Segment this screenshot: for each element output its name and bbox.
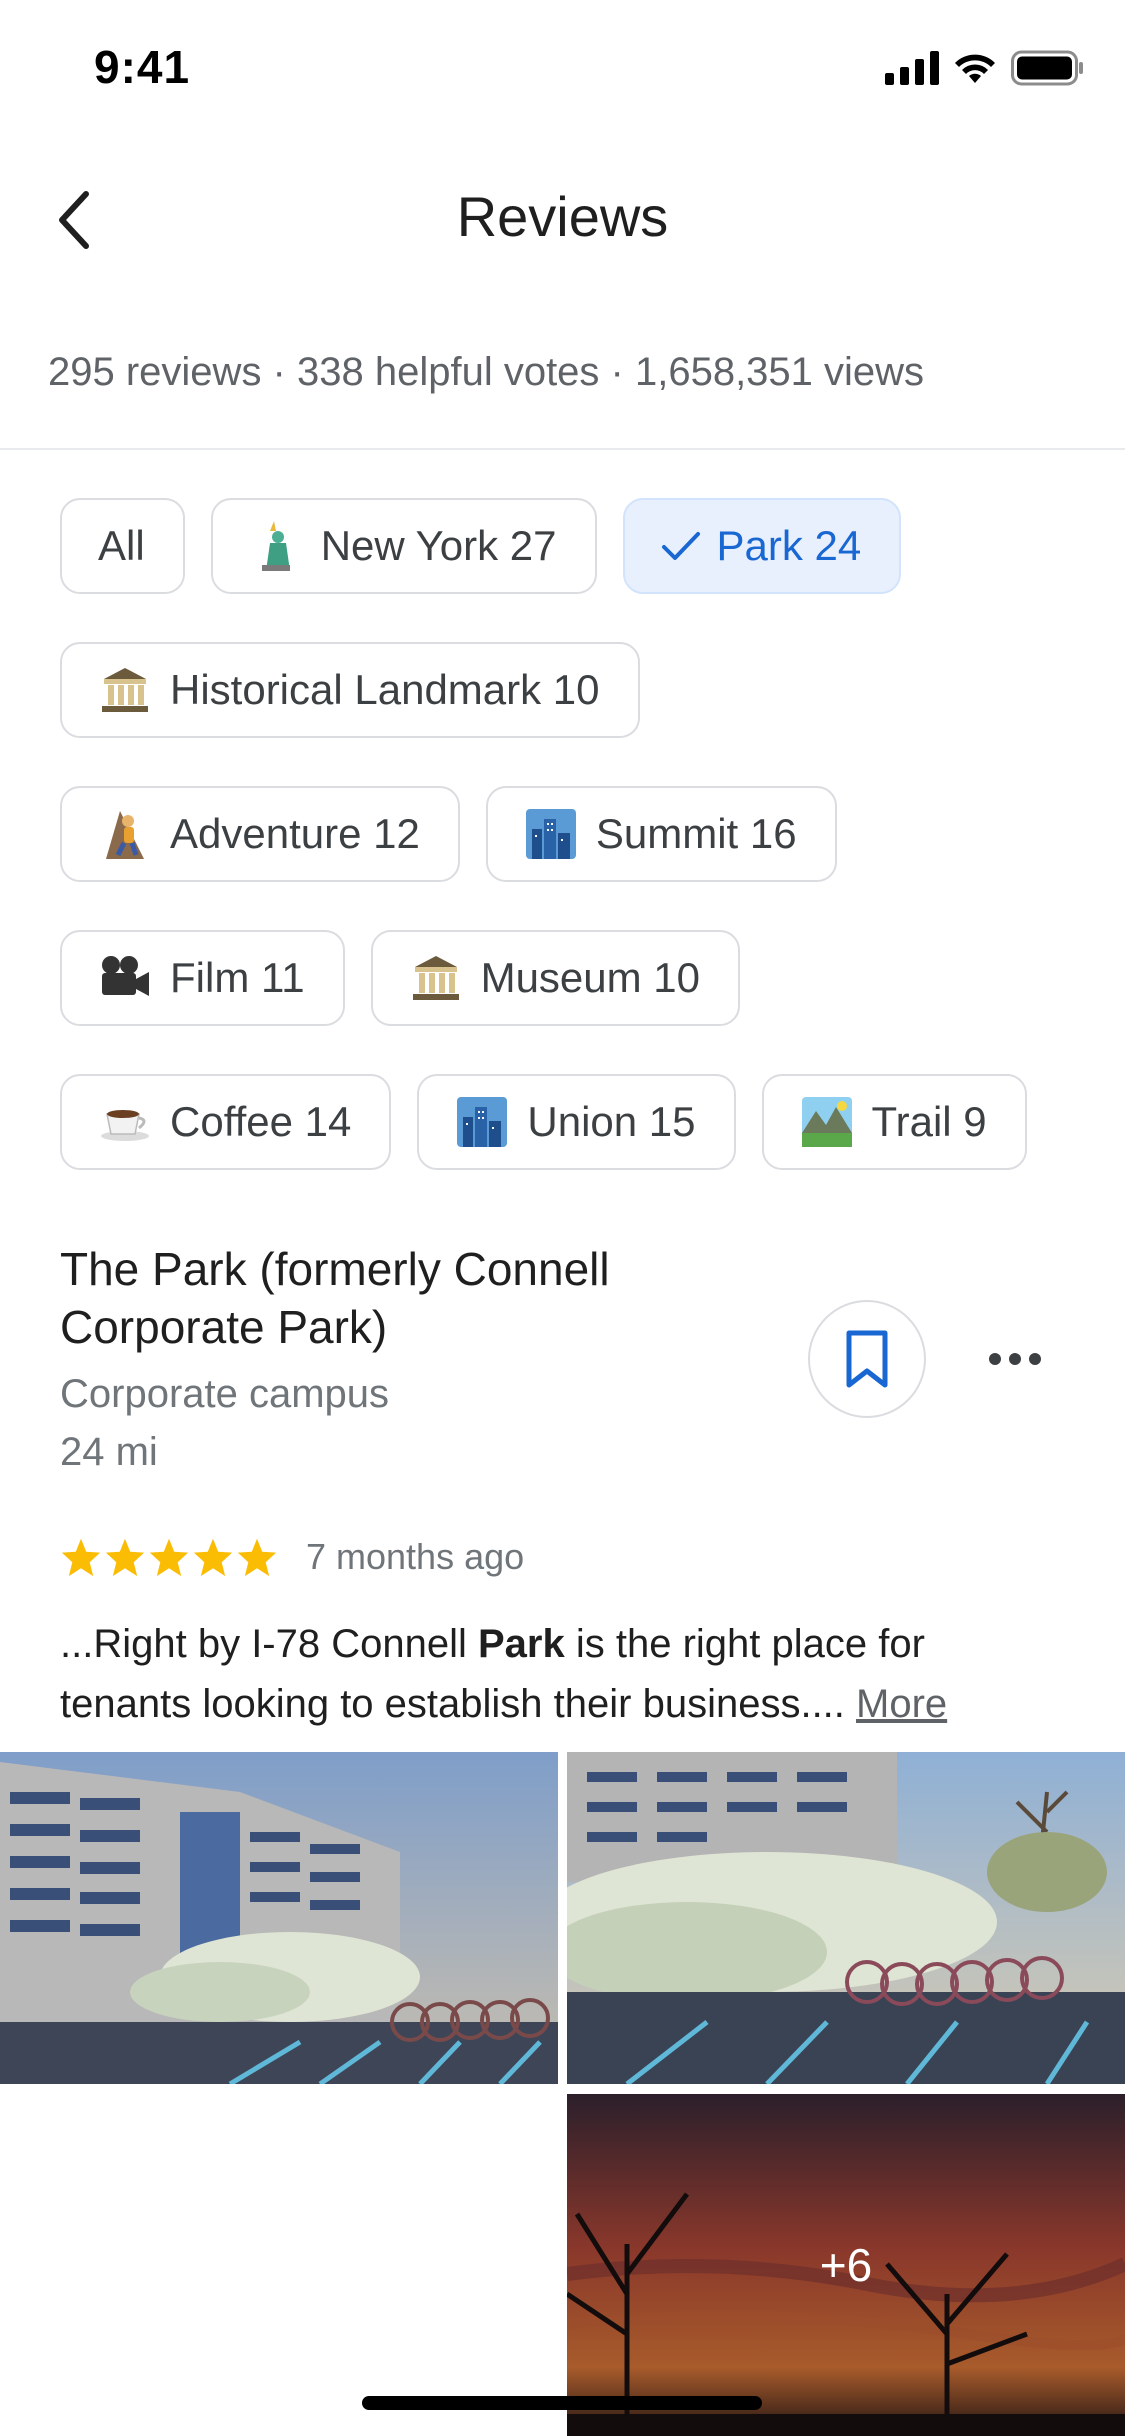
save-button[interactable] [808,1300,926,1418]
chip-row: Coffee 14 Union 15 Trail 9 [60,1074,1027,1170]
star-icon [149,1538,189,1577]
chip-label: Museum 10 [480,954,701,1001]
check-icon [661,529,701,563]
review-text[interactable]: ...Right by I-78 Connell Park is the rig… [60,1614,1060,1734]
review-stats: 295 reviews · 338 helpful votes · 1,658,… [48,350,925,394]
bookmark-icon [846,1330,888,1388]
more-link[interactable]: More [856,1682,947,1726]
status-icons [885,48,1085,88]
chip-trail[interactable]: Trail 9 [761,1074,1027,1170]
star-icon [61,1538,101,1577]
home-indicator[interactable] [362,2396,762,2410]
place-type: Corporate campus [60,1372,390,1416]
place-name[interactable]: The Park (formerly Connell Corporate Par… [60,1240,780,1356]
battery-icon [1011,50,1083,86]
status-bar: 9:41 [0,0,1125,132]
review-photo[interactable] [567,1752,1125,2084]
chip-adventure[interactable]: Adventure 12 [60,786,460,882]
review-photo-more[interactable]: +6 [567,2094,1125,2436]
star-icon [105,1538,145,1577]
chip-label: Summit 16 [595,810,797,857]
chip-museum[interactable]: Museum 10 [370,930,741,1026]
more-options-button[interactable] [980,1324,1050,1394]
movie-camera-icon [98,951,152,1005]
rating-row: 7 months ago [60,1536,524,1578]
chip-row: All New York 27 Park 24 [60,498,902,594]
header: Reviews [0,150,1125,290]
chip-label: Adventure 12 [170,810,420,857]
chip-historical-landmark[interactable]: Historical Landmark 10 [60,642,640,738]
star-icon [237,1538,277,1577]
chip-label: Film 11 [170,954,305,1001]
review-date: 7 months ago [306,1536,525,1577]
chip-new-york[interactable]: New York 27 [210,498,597,594]
cityscape-icon [455,1095,509,1149]
wifi-icon [955,54,995,83]
chip-summit[interactable]: Summit 16 [485,786,837,882]
chip-label: Trail 9 [871,1098,987,1145]
chip-row: Historical Landmark 10 [60,642,640,738]
review-photo[interactable] [0,1752,558,2084]
chip-park[interactable]: Park 24 [622,498,902,594]
star-icon [193,1538,233,1577]
climber-icon [98,807,152,861]
more-horiz-icon [989,1353,1041,1365]
chip-all[interactable]: All [60,498,185,594]
classical-building-icon [409,951,463,1005]
cityscape-icon [524,807,578,861]
chip-label: All [98,522,145,569]
cellular-signal-icon [885,51,939,85]
chip-coffee[interactable]: Coffee 14 [60,1074,392,1170]
more-photos-count: +6 [819,2239,873,2291]
review-highlight: Park [478,1622,565,1666]
statue-of-liberty-icon [249,519,303,573]
chip-label: Historical Landmark 10 [170,666,600,713]
chip-label: Park 24 [716,522,862,569]
divider [0,448,1125,450]
coffee-icon [98,1095,152,1149]
chip-label: New York 27 [320,522,557,569]
chip-row: Film 11 Museum 10 [60,930,741,1026]
status-time: 9:41 [94,41,191,93]
national-park-icon [800,1095,854,1149]
chip-union[interactable]: Union 15 [417,1074,736,1170]
classical-building-icon [98,663,152,717]
page-title: Reviews [456,185,669,248]
review-text-start: ...Right by I-78 Connell [60,1622,478,1666]
place-distance: 24 mi [60,1430,158,1474]
chip-film[interactable]: Film 11 [60,930,345,1026]
chip-row: Adventure 12 Summit 16 [60,786,837,882]
chip-label: Union 15 [527,1098,696,1145]
chip-label: Coffee 14 [170,1098,352,1145]
star-rating [60,1537,278,1577]
